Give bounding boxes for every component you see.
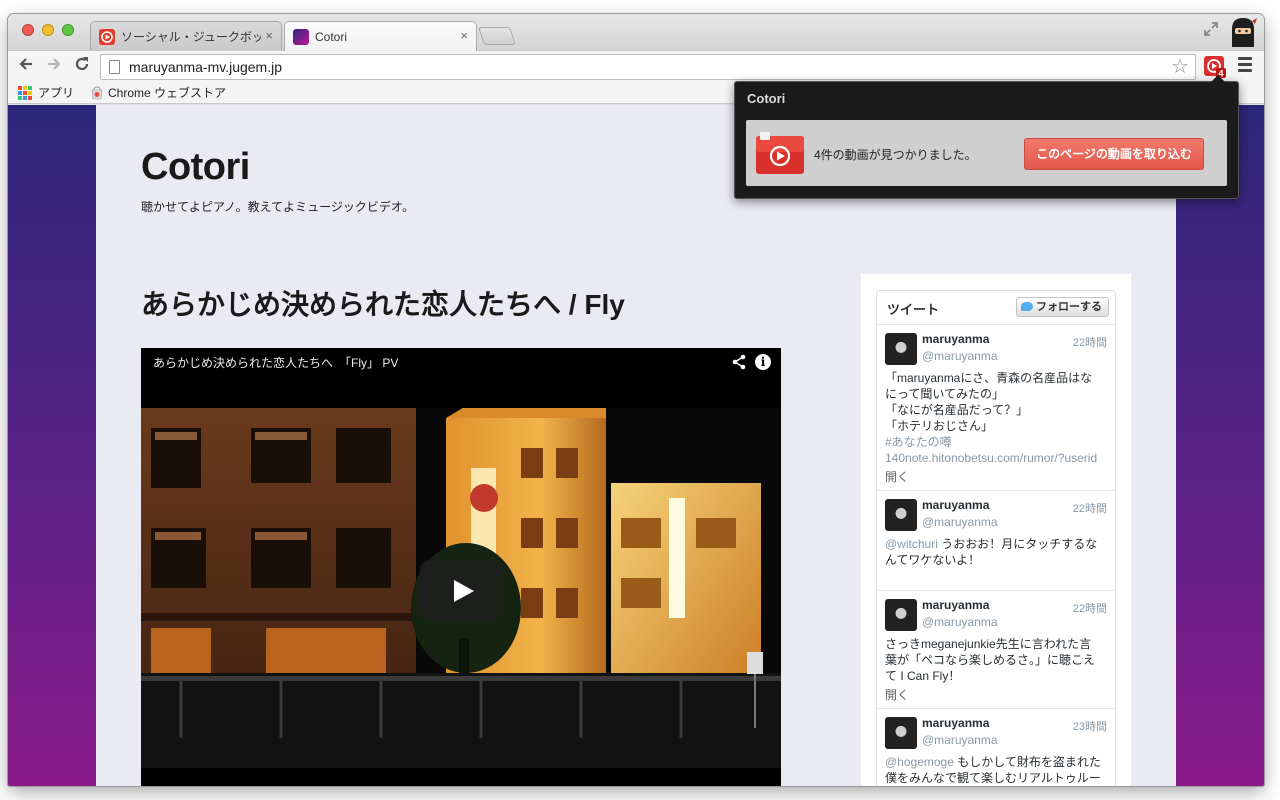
tab-close-icon[interactable]: × [265,28,273,44]
forward-button[interactable] [42,55,66,79]
cotori-popup: Cotori 4件の動画が見つかりました。 このページの動画を取り込む [734,75,1239,199]
video-player[interactable]: あらかじめ決められた恋人たちへ 「Fly」 PV i [141,348,781,786]
tweet-line: 「なにが名産品だって？」 [885,403,1029,417]
reload-button[interactable] [70,55,94,79]
tweet-text: @hogemoge もしかして財布を盗まれた 僕をみんなで観て楽しむリアルトゥル… [885,754,1103,786]
tweet-author-handle[interactable]: @maruyanma [922,733,998,748]
popup-panel: 4件の動画が見つかりました。 このページの動画を取り込む [746,120,1227,186]
twitter-bird-icon [1021,302,1033,311]
tab-cotori[interactable]: Cotori × [284,21,477,51]
video-title[interactable]: あらかじめ決められた恋人たちへ 「Fly」 PV [153,355,398,371]
web-store-icon [91,86,103,100]
page-icon [109,60,120,74]
window-close-button[interactable] [22,24,34,36]
window-maximize-button[interactable] [62,24,74,36]
tweet-line: 僕をみんなで観て楽しむリアルトゥルー [885,771,1101,785]
desktop: ソーシャル・ジュークボックス × Cotori × maruyanma-mv. [0,0,1280,800]
tweet-time[interactable]: 22時間 [1073,334,1107,350]
twitter-widget: ツイート フォローする maruyanma @maruyanma 22時間 「m… [861,274,1131,786]
tweet-item[interactable]: maruyanma @maruyanma 23時間 @hogemoge もしかし… [877,709,1115,786]
avatar[interactable] [885,499,917,531]
twitter-timeline: ツイート フォローする maruyanma @maruyanma 22時間 「m… [876,290,1116,786]
blog-page: Cotori 聴かせてよピアノ。教えてよミュージックビデオ。 あらかじめ決められ… [96,105,1176,786]
cotori-favicon-icon [293,29,309,45]
tweet-time[interactable]: 22時間 [1073,600,1107,616]
jukebox-favicon-icon [99,29,115,45]
share-icon[interactable] [731,354,747,374]
tweet-line: うおおお！月にタッチするな [937,537,1098,551]
tab-title: ソーシャル・ジュークボックス [121,30,261,44]
window-minimize-button[interactable] [42,24,54,36]
bookmark-chrome-web-store[interactable]: Chrome ウェブストア [90,85,226,101]
twitter-header: ツイート フォローする [877,291,1115,325]
info-icon[interactable]: i [755,354,771,370]
tweet-hashtag[interactable]: #あなたの噂 [885,434,1103,450]
toolbar: maruyanma-mv.jugem.jp ☆ 4 [8,50,1264,82]
follow-label: フォローする [1036,301,1102,313]
tweet-expand-link[interactable]: 開く [885,686,909,703]
popup-message: 4件の動画が見つかりました。 [814,148,977,162]
post-title[interactable]: あらかじめ決められた恋人たちへ / Fly [141,287,625,323]
tweet-author-handle[interactable]: @maruyanma [922,615,998,630]
tweet-text: @witchuri うおおお！月にタッチするな んてワケないよ！ [885,536,1103,568]
tab-strip: ソーシャル・ジュークボックス × Cotori × [8,14,1264,51]
site-title[interactable]: Cotori [141,145,250,189]
fullscreen-icon[interactable] [1202,21,1220,39]
tab-title: Cotori [315,30,348,44]
tweet-line: さっきmeganejunkie先生に言われた言 [885,637,1092,651]
tweet-item[interactable]: maruyanma @maruyanma 22時間 「maruyanmaにさ、青… [877,325,1115,491]
tweet-author-handle[interactable]: @maruyanma [922,349,998,364]
page-viewport: Cotori 聴かせてよピアノ。教えてよミュージックビデオ。 あらかじめ決められ… [8,105,1264,786]
tab-social-jukebox[interactable]: ソーシャル・ジュークボックス × [90,21,282,51]
tweet-line: にって聞いてみたの」 [885,387,1005,401]
tweet-time[interactable]: 23時間 [1073,718,1107,734]
profile-avatar-icon[interactable] [1228,15,1258,47]
tweet-expand-link[interactable]: 開く [885,468,909,485]
cotori-logo-icon [756,132,804,174]
tweet-line: んてワケないよ！ [885,553,981,567]
tweet-line: 「maruyanmaにさ、青森の名産品はな [885,371,1093,385]
tweet-item[interactable]: maruyanma @maruyanma 22時間 @witchuri うおおお… [877,491,1115,591]
import-videos-button[interactable]: このページの動画を取り込む [1024,138,1204,170]
bookmark-label: アプリ [38,86,75,100]
follow-button[interactable]: フォローする [1016,297,1109,317]
bookmark-label: Chrome ウェブストア [108,86,227,100]
tweet-line: 葉が「ペコなら楽しめるさ。」に聴こえ [885,653,1096,667]
tweet-mention[interactable]: @hogemoge [885,755,954,769]
avatar[interactable] [885,717,917,749]
play-button[interactable] [420,560,502,620]
tweet-time[interactable]: 22時間 [1073,500,1107,516]
apps-grid-icon [18,86,32,100]
tweet-author-name[interactable]: maruyanma [922,716,989,731]
hamburger-icon[interactable] [1238,57,1252,77]
tweet-author-name[interactable]: maruyanma [922,332,989,347]
back-button[interactable] [14,55,38,79]
tweet-author-name[interactable]: maruyanma [922,498,989,513]
tab-close-icon[interactable]: × [460,28,468,44]
popup-title: Cotori [747,91,786,106]
tweet-item[interactable]: maruyanma @maruyanma 22時間 さっきmeganejunki… [877,591,1115,709]
tweet-author-handle[interactable]: @maruyanma [922,515,998,530]
tweet-link[interactable]: 140note.hitonobetsu.com/rumor/?userid [885,450,1103,466]
bookmark-star-icon[interactable]: ☆ [1171,56,1189,78]
tweet-mention[interactable]: @witchuri [885,537,938,551]
address-url[interactable]: maruyanma-mv.jugem.jp [129,59,282,76]
site-description: 聴かせてよピアノ。教えてよミュージックビデオ。 [141,200,415,214]
tweet-line: 「ホテリおじさん」 [885,419,994,433]
tweet-line: て I Can Fly！ [885,669,961,683]
avatar[interactable] [885,599,917,631]
avatar[interactable] [885,333,917,365]
twitter-header-label: ツイート [887,302,940,317]
tweet-text: さっきmeganejunkie先生に言われた言 葉が「ペコなら楽しめるさ。」に聴… [885,636,1103,684]
address-bar[interactable]: maruyanma-mv.jugem.jp ☆ [100,54,1196,80]
tweet-line: もしかして財布を盗まれた [953,755,1101,769]
new-tab-button[interactable] [478,27,516,45]
bookmark-apps[interactable]: アプリ [18,85,74,101]
tweet-author-name[interactable]: maruyanma [922,598,989,613]
tweet-text: 「maruyanmaにさ、青森の名産品はな にって聞いてみたの」 「なにが名産品… [885,370,1103,466]
